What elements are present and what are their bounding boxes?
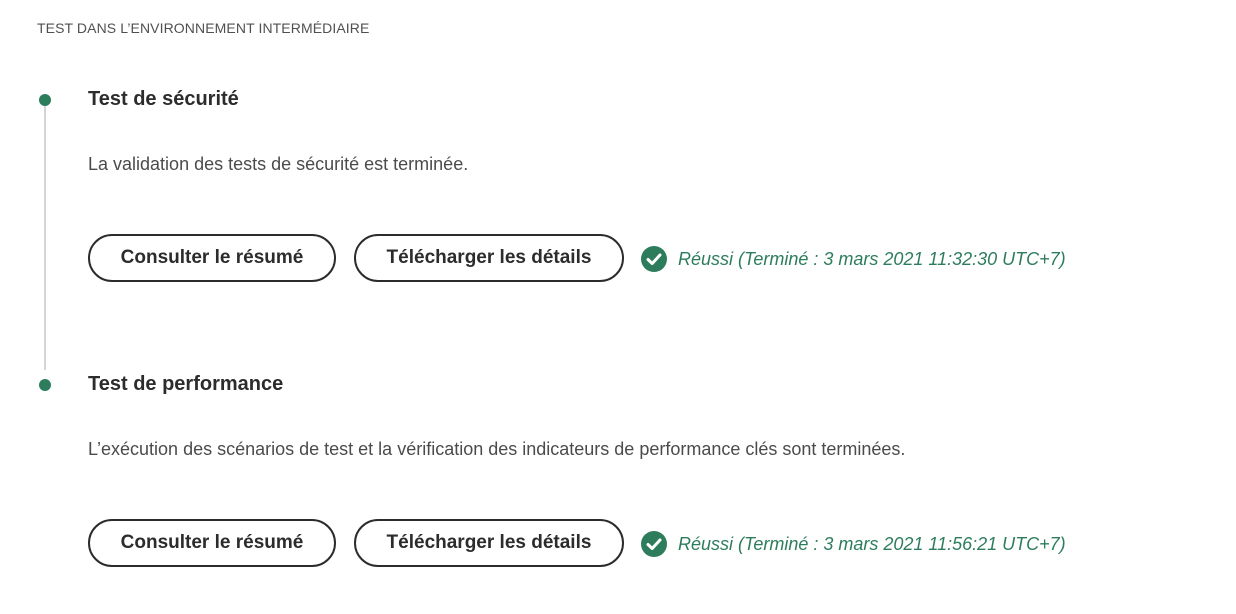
download-details-button[interactable]: Télécharger les détails [354,519,624,567]
step-description: L’exécution des scénarios de test et la … [88,439,906,459]
status-indicator: Réussi (Terminé : 3 mars 2021 11:32:30 U… [641,244,1066,274]
check-circle-icon [641,246,667,272]
view-summary-button[interactable]: Consulter le résumé [88,519,336,567]
check-circle-icon [641,531,667,557]
step-title: Test de performance [88,373,284,395]
section-heading: TEST DANS L’ENVIRONNEMENT INTERMÉDIAIRE [37,20,370,36]
timeline-dot [39,379,51,391]
step-description: La validation des tests de sécurité est … [88,154,469,174]
status-text: Réussi (Terminé : 3 mars 2021 11:56:21 U… [678,533,1066,554]
download-details-button[interactable]: Télécharger les détails [354,234,624,282]
status-text: Réussi (Terminé : 3 mars 2021 11:32:30 U… [678,248,1066,269]
step-title: Test de sécurité [88,88,239,110]
view-summary-button[interactable]: Consulter le résumé [88,234,336,282]
timeline-dot [39,94,51,106]
status-indicator: Réussi (Terminé : 3 mars 2021 11:56:21 U… [641,529,1066,559]
timeline-line [44,100,46,370]
